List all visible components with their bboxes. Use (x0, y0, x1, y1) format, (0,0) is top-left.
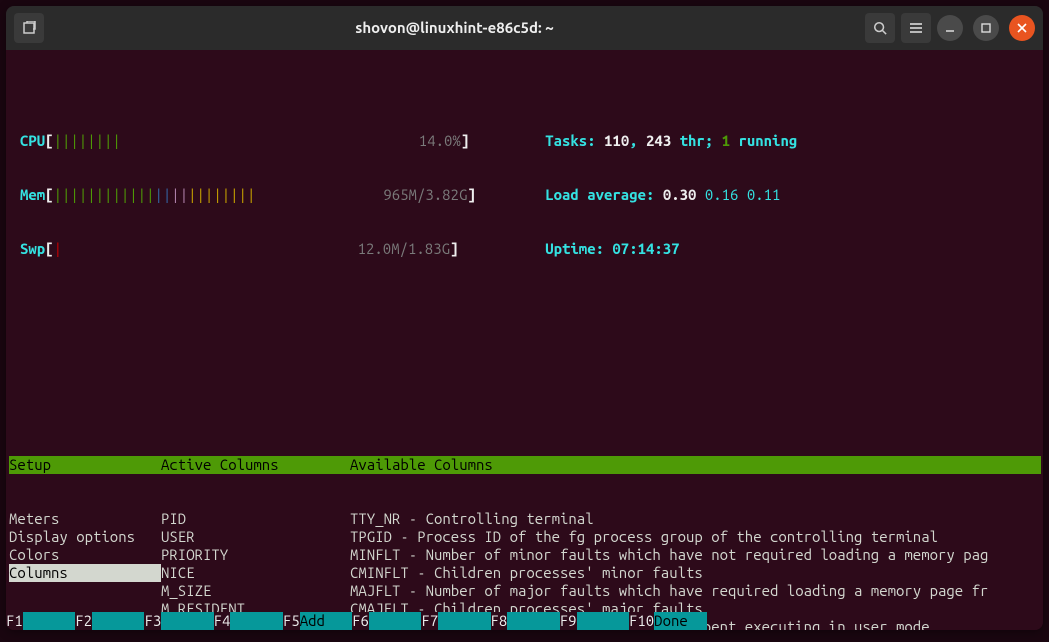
titlebar: shovon@linuxhint-e86c5d: ~ (6, 6, 1043, 50)
cpu-label: CPU (20, 132, 45, 149)
search-button[interactable] (865, 13, 895, 43)
maximize-button[interactable] (973, 15, 999, 41)
active-col-nice[interactable]: NICE (161, 564, 350, 582)
swp-val: 12.0M/1.83G (62, 240, 450, 258)
available-col[interactable]: CMINFLT - Children processes' minor faul… (350, 564, 1041, 582)
available-columns: Available Columns TTY_NR - Controlling t… (350, 420, 1041, 630)
function-key-bar: F1 F2 F3 F4 F5Add F6 F7 F8 F9 F10Done (6, 612, 1043, 630)
active-columns: Active Columns PID USER PRIORITY NICE M_… (161, 420, 350, 630)
window-title: shovon@linuxhint-e86c5d: ~ (50, 19, 859, 37)
fkey-f7[interactable]: F7 (421, 612, 490, 630)
close-button[interactable] (1009, 15, 1035, 41)
terminal-window: shovon@linuxhint-e86c5d: ~ CPU[||||||||1… (6, 6, 1043, 630)
available-col[interactable]: MINFLT - Number of minor faults which ha… (350, 546, 1041, 564)
terminal-body[interactable]: CPU[||||||||14.0%] Tasks: 110, 243 thr; … (6, 50, 1043, 630)
fkey-f4[interactable]: F4 (214, 612, 283, 630)
active-col-user[interactable]: USER (161, 528, 350, 546)
mem-val: 965M/3.82G (255, 186, 467, 204)
active-col-priority[interactable]: PRIORITY (161, 546, 350, 564)
fkey-f2[interactable]: F2 (75, 612, 144, 630)
new-tab-button[interactable] (14, 13, 44, 43)
htop-header: CPU[||||||||14.0%] Tasks: 110, 243 thr; … (8, 96, 1041, 294)
active-col-m_size[interactable]: M_SIZE (161, 582, 350, 600)
cpu-pct: 14.0% (121, 132, 461, 150)
setup-menu: Setup Meters Display options Colors Colu… (8, 420, 161, 630)
setup-columns-area: Setup Meters Display options Colors Colu… (8, 420, 1041, 630)
available-col[interactable]: TTY_NR - Controlling terminal (350, 510, 1041, 528)
minimize-button[interactable] (937, 15, 963, 41)
setup-item-meters[interactable]: Meters (9, 510, 161, 528)
fkey-f8[interactable]: F8 (491, 612, 560, 630)
available-col[interactable]: MAJFLT - Number of major faults which ha… (350, 582, 1041, 600)
available-header: Available Columns (350, 456, 1041, 474)
available-col[interactable]: TPGID - Process ID of the fg process gro… (350, 528, 1041, 546)
fkey-f3[interactable]: F3 (144, 612, 213, 630)
setup-item-columns[interactable]: Columns (9, 564, 161, 582)
setup-item-display-options[interactable]: Display options (9, 528, 161, 546)
active-header: Active Columns (161, 456, 350, 474)
setup-item-colors[interactable]: Colors (9, 546, 161, 564)
fkey-f6[interactable]: F6 (352, 612, 421, 630)
swp-label: Swp (20, 240, 45, 257)
setup-header: Setup (9, 456, 161, 474)
mem-label: Mem (20, 186, 45, 203)
fkey-f1[interactable]: F1 (6, 612, 75, 630)
fkey-f9[interactable]: F9 (560, 612, 629, 630)
menu-button[interactable] (901, 13, 931, 43)
fkey-f10[interactable]: F10Done (629, 612, 707, 630)
fkey-f5[interactable]: F5Add (283, 612, 352, 630)
active-col-pid[interactable]: PID (161, 510, 350, 528)
